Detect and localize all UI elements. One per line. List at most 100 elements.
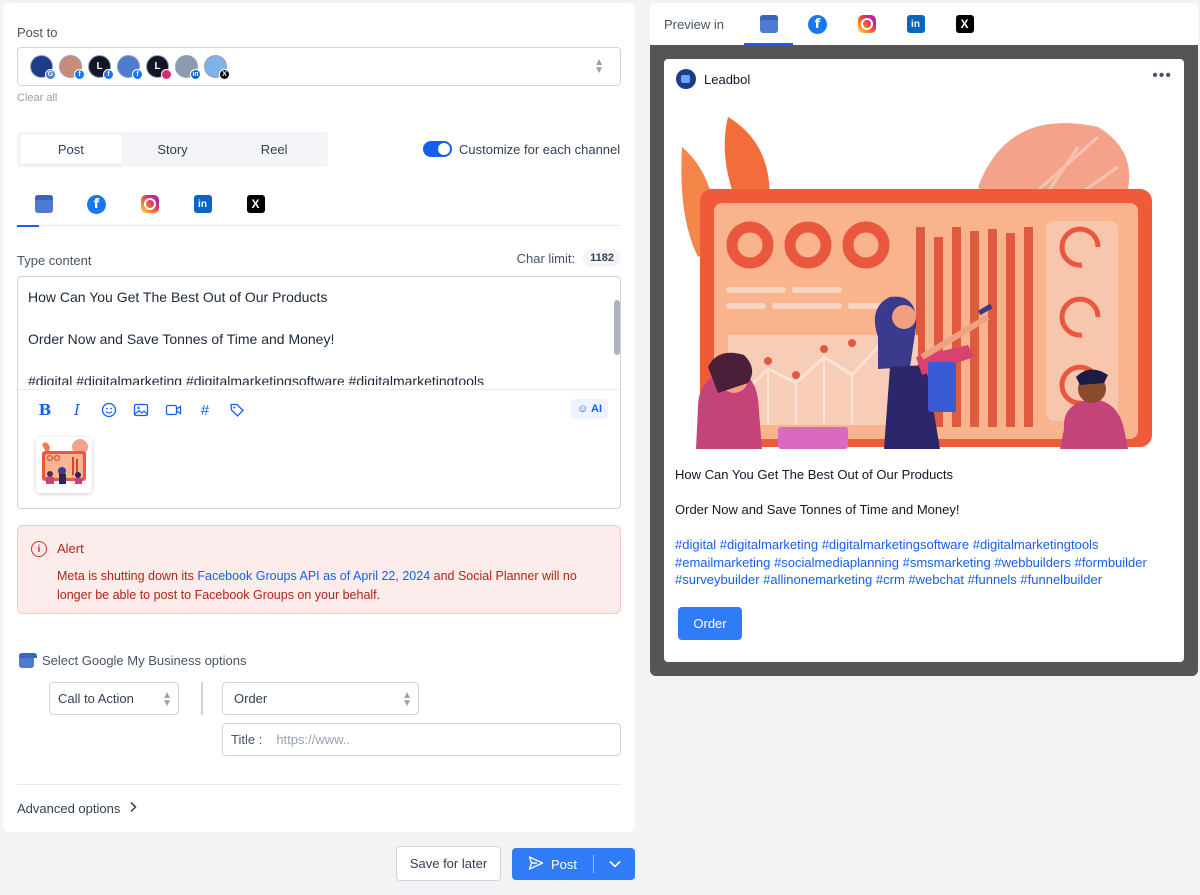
alert-title: Alert [57, 541, 84, 556]
network-badge-icon: f [132, 69, 143, 80]
network-badge-icon: G [45, 69, 56, 80]
tab-facebook[interactable]: f [70, 193, 123, 226]
preview-tab-x[interactable]: X [940, 3, 989, 45]
preview-header: Preview in f in X [650, 3, 1198, 45]
post-type-post[interactable]: Post [20, 135, 122, 164]
alert-message: Meta is shutting down its Facebook Group… [57, 567, 587, 605]
char-limit-badge: 1182 [583, 249, 621, 267]
preview-tab-instagram[interactable] [842, 3, 891, 45]
preview-account: Leadbol [676, 69, 750, 89]
options-divider [201, 682, 203, 715]
content-editor[interactable]: How Can You Get The Best Out of Our Prod… [17, 276, 621, 509]
title-placeholder: https://www.. [276, 732, 351, 747]
customize-toggle-row: Customize for each channel [423, 141, 620, 157]
ai-button[interactable]: ☺ AI [571, 399, 608, 419]
post-button[interactable]: Post [512, 855, 593, 874]
preview-line: How Can You Get The Best Out of Our Prod… [675, 467, 953, 482]
more-icon[interactable]: ••• [1152, 67, 1172, 85]
post-type-reel[interactable]: Reel [223, 135, 325, 164]
cta-type-value: Order [234, 691, 268, 706]
channel-tabs: f in X [17, 193, 621, 227]
ring-account-avatar[interactable]: f [117, 55, 143, 80]
advanced-options-toggle[interactable]: Advanced options [17, 801, 137, 816]
instagram-icon [857, 15, 876, 33]
info-icon: i [31, 541, 47, 557]
preview-tab-linkedin[interactable]: in [891, 3, 940, 45]
hashtag-icon[interactable]: # [196, 401, 214, 419]
x-icon: X [246, 195, 265, 213]
preview-panel: Preview in f in X Leadbol ••• How Can Yo… [650, 3, 1198, 676]
network-badge-icon [161, 69, 172, 80]
content-line: How Can You Get The Best Out of Our Prod… [28, 289, 328, 305]
advanced-options-label: Advanced options [17, 801, 121, 816]
tab-instagram[interactable] [123, 193, 176, 226]
italic-icon[interactable]: I [68, 401, 86, 419]
content-line: #digital #digitalmarketing #digitalmarke… [28, 373, 485, 385]
brand-li-account-avatar[interactable]: in [175, 55, 201, 80]
network-badge-icon: f [103, 69, 114, 80]
post-to-label: Post to [17, 25, 58, 40]
bold-icon[interactable]: B [36, 401, 54, 419]
post-button-group: Post [512, 848, 635, 880]
gmb-icon [34, 195, 53, 213]
photo-account-avatar[interactable]: f [59, 55, 85, 80]
preview-hashtags: #digital #digitalmarketing #digitalmarke… [675, 537, 1147, 587]
content-line: Order Now and Save Tonnes of Time and Mo… [28, 331, 335, 347]
gmb-icon [759, 15, 778, 33]
post-options-dropdown[interactable] [594, 857, 635, 871]
updown-icon: ▲ ▼ [162, 690, 172, 709]
video-icon[interactable] [164, 401, 182, 419]
preview-order-button[interactable]: Order [678, 607, 742, 640]
content-textarea[interactable]: How Can You Get The Best Out of Our Prod… [28, 287, 608, 385]
customize-label: Customize for each channel [459, 141, 621, 157]
preview-label: Preview in [664, 16, 724, 32]
gmb-icon [19, 653, 37, 668]
image-icon[interactable] [132, 401, 150, 419]
editor-scrollbar[interactable] [614, 300, 620, 355]
alert-link[interactable]: Facebook Groups API as of April 22, 2024 [197, 569, 430, 583]
cta-select[interactable]: Call to Action ▲ ▼ [49, 682, 179, 715]
cta-type-select[interactable]: Order ▲ ▼ [222, 682, 419, 715]
gmb-account-avatar[interactable]: G [30, 55, 56, 80]
title-label: Title : [231, 732, 263, 747]
leadbol-account-avatar[interactable]: Lf [88, 55, 114, 80]
post-image [678, 107, 1168, 449]
customize-toggle[interactable] [423, 141, 452, 157]
preview-text: How Can You Get The Best Out of Our Prod… [675, 466, 1175, 606]
preview-post-card: Leadbol ••• How Can You Get The Best Out… [664, 59, 1184, 662]
preview-tab-gmb[interactable] [744, 3, 793, 45]
leadbol-ig-account-avatar[interactable]: L [146, 55, 172, 80]
x-icon: X [955, 15, 974, 33]
tab-gmb[interactable] [17, 193, 70, 227]
tab-linkedin[interactable]: in [176, 193, 229, 226]
avatar [676, 69, 696, 89]
send-icon [528, 855, 544, 874]
type-content-label: Type content [17, 253, 92, 268]
emoji-icon[interactable] [100, 401, 118, 419]
clear-all-link[interactable]: Clear all [17, 92, 57, 104]
char-limit-label: Char limit: [516, 250, 576, 266]
cta-select-value: Call to Action [58, 691, 134, 706]
compose-card: Post to Gf Lf f Lin X ▲ ▼ Clear all Post Story… [3, 3, 635, 832]
facebook-icon: f [87, 195, 106, 214]
preview-line: Order Now and Save Tonnes of Time and Mo… [675, 502, 960, 517]
ai-label: AI [591, 403, 602, 415]
preview-tab-facebook[interactable]: f [793, 3, 842, 45]
char-limit: Char limit: 1182 [517, 249, 621, 267]
x-account-avatar[interactable]: X [204, 55, 230, 80]
tab-x[interactable]: X [229, 193, 282, 226]
editor-toolbar: B I # [36, 401, 246, 419]
tag-icon[interactable] [228, 401, 246, 419]
updown-icon: ▲ ▼ [402, 690, 412, 709]
title-field[interactable]: Title : https://www.. [222, 723, 621, 756]
network-badge-icon: in [190, 69, 201, 80]
account-selector[interactable]: Gf Lf f Lin X ▲ ▼ [17, 47, 621, 86]
save-for-later-button[interactable]: Save for later [396, 846, 501, 881]
network-badge-icon: X [219, 69, 230, 80]
media-thumbnail[interactable] [36, 437, 92, 493]
post-type-story[interactable]: Story [122, 135, 224, 164]
chevron-right-icon [129, 801, 137, 816]
linkedin-icon: in [906, 15, 925, 33]
editor-divider [18, 389, 620, 390]
instagram-icon [140, 195, 159, 213]
